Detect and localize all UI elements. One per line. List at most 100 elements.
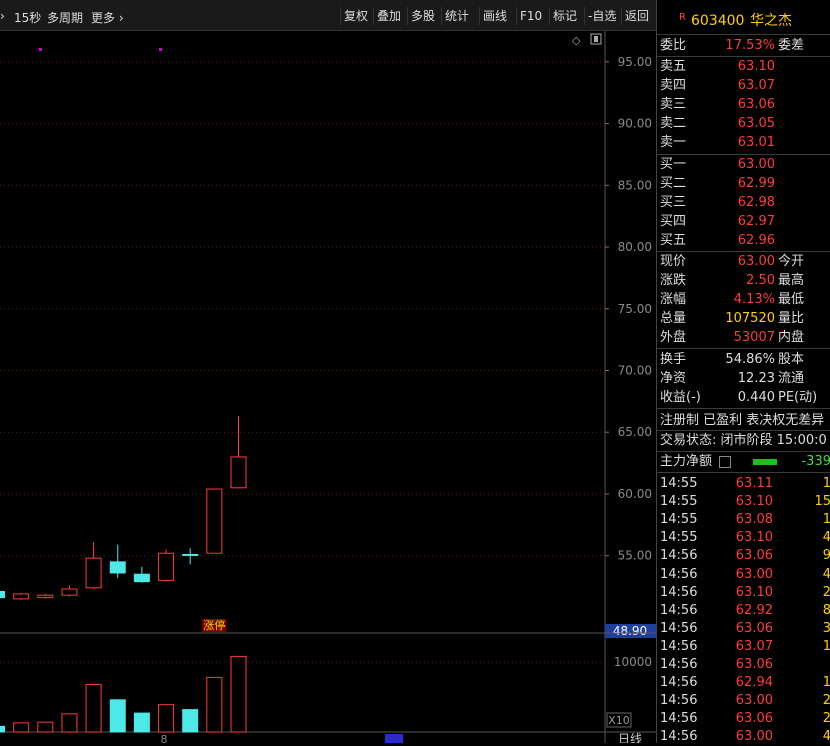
overlay-button[interactable]: 叠加 (373, 7, 404, 25)
candle-body (158, 552, 175, 581)
tick-time: 14:56 (660, 693, 698, 709)
statistics-button[interactable]: 统计 (441, 7, 472, 25)
bid-row: 买三 62.98 (657, 193, 830, 212)
mark-button[interactable]: 标记 (549, 7, 580, 25)
tick-time: 14:55 (660, 494, 698, 510)
stat2-label: 换手 (660, 352, 687, 367)
back-button[interactable]: 返回 (621, 7, 652, 25)
stat-label: 现价 (660, 254, 687, 269)
multi-period-button[interactable]: 多周期 (47, 9, 83, 26)
adjust-button[interactable]: 复权 (340, 7, 371, 25)
stat2-right-label: PE(动) (778, 390, 818, 405)
weicha-label: 委差 (778, 38, 805, 53)
ask-price: 63.05 (737, 116, 775, 131)
ask-price: 63.07 (737, 78, 775, 93)
stat-label: 总量 (660, 311, 687, 326)
ask-label: 卖二 (660, 116, 687, 131)
weibi-label: 委比 (660, 38, 687, 53)
ask-row: 卖四 63.07 (657, 76, 830, 95)
tick-time: 14:56 (660, 729, 698, 745)
bid-row: 买一 63.00 (657, 155, 830, 174)
stock-code: 603400 (691, 13, 745, 29)
stat-row: 外盘 53007 内盘 (657, 328, 830, 347)
price-tick-label: 75.00 (618, 302, 652, 316)
tick-time: 14:56 (660, 638, 698, 654)
volume-bar (85, 683, 102, 733)
stat-row: 涨跌 2.50 最高 (657, 271, 830, 290)
tick-price: 63.06 (735, 620, 773, 636)
stat2-row: 收益(-) 0.440 PE(动) (657, 388, 830, 407)
volume-bar (206, 676, 223, 733)
stat2-value: 0.440 (737, 390, 775, 405)
bid-label: 买一 (660, 157, 687, 172)
divider (657, 348, 830, 349)
tags-row: 注册制 已盈利 表决权无差异 (657, 411, 830, 430)
candle-body (206, 488, 223, 554)
tick-time: 14:56 (660, 602, 698, 618)
volume-bar (61, 713, 78, 733)
tick-row: 14:55 63.10 4 (657, 528, 830, 547)
stat-value: 53007 (733, 330, 775, 345)
stock-name: 华之杰 (750, 13, 792, 29)
volume-bar (182, 709, 199, 733)
x-axis-label: 8 (161, 733, 168, 743)
ask-label: 卖四 (660, 78, 687, 93)
stock-tags: 注册制 已盈利 表决权无差异 (660, 413, 825, 428)
stat-label: 外盘 (660, 330, 687, 345)
bid-price: 62.97 (737, 214, 775, 229)
ask-row: 卖二 63.05 (657, 114, 830, 133)
tick-volume: 1 (822, 638, 830, 654)
ask-price: 63.06 (737, 97, 775, 112)
candle-body (230, 456, 247, 489)
stat-right-label: 今开 (778, 254, 805, 269)
tick-price: 63.07 (735, 638, 773, 654)
main-flow-value: -339 (801, 454, 830, 469)
ask-label: 卖三 (660, 97, 687, 112)
tick-price: 63.00 (735, 566, 773, 582)
bid-label: 买四 (660, 214, 687, 229)
tick-price: 62.94 (735, 675, 773, 691)
scroll-left-icon[interactable]: › (0, 9, 5, 23)
tick-time: 14:56 (660, 711, 698, 727)
volume-bar (13, 722, 30, 733)
tick-row: 14:56 62.94 1 (657, 673, 830, 692)
tick-volume: 2 (822, 693, 830, 709)
tick-row: 14:56 63.07 1 (657, 637, 830, 656)
more-button[interactable]: 更多 › (91, 9, 124, 26)
draw-line-button[interactable]: 画线 (479, 7, 510, 25)
ask-row: 卖三 63.06 (657, 95, 830, 114)
price-tick-label: 70.00 (618, 364, 652, 378)
candle-body (182, 553, 199, 556)
tick-row: 14:56 62.92 8 (657, 601, 830, 620)
tick-row: 14:55 63.10 15 (657, 492, 830, 511)
chart-icon[interactable] (719, 456, 731, 468)
price-tick-label: 90.00 (618, 117, 652, 131)
tick-volume: 2 (822, 584, 830, 600)
kline-chart[interactable]: 95.00 90.00 85.00 80.00 75.00 70.00 65.00 60.00… (0, 31, 656, 743)
stat-label: 涨跌 (660, 273, 687, 288)
period-15s-button[interactable]: 15秒 (14, 9, 41, 26)
bid-row: 买二 62.99 (657, 174, 830, 193)
f10-button[interactable]: F10 (516, 7, 545, 25)
volume-bar (230, 655, 247, 733)
volume-bar (109, 699, 126, 733)
tick-volume: 15 (814, 494, 830, 510)
tick-price: 63.00 (735, 693, 773, 709)
trade-status: 交易状态: 闭市阶段 15:00:0 (660, 433, 827, 448)
quote-panel: R 603400 华之杰 委比 17.53% 委差 卖五 63.10 卖四 63.07… (656, 0, 830, 745)
bid-price: 62.96 (737, 233, 775, 248)
tick-row: 14:56 63.06 (657, 655, 830, 674)
price-tick-label: 60.00 (618, 487, 652, 501)
bid-price: 62.98 (737, 195, 775, 210)
multi-stock-button[interactable]: 多股 (407, 7, 438, 25)
tick-row: 14:55 63.11 1 (657, 474, 830, 493)
stat-value: 4.13% (733, 292, 775, 307)
volume-bar (37, 721, 54, 733)
remove-watchlist-button[interactable]: -自选 (584, 7, 619, 25)
volume-unit-label: X10 (608, 714, 630, 727)
tick-row: 14:56 63.00 4 (657, 565, 830, 584)
weibi-value: 17.53% (725, 38, 775, 53)
candle-body (13, 593, 30, 600)
tick-price: 63.10 (735, 530, 773, 546)
volume-bar (158, 704, 175, 733)
